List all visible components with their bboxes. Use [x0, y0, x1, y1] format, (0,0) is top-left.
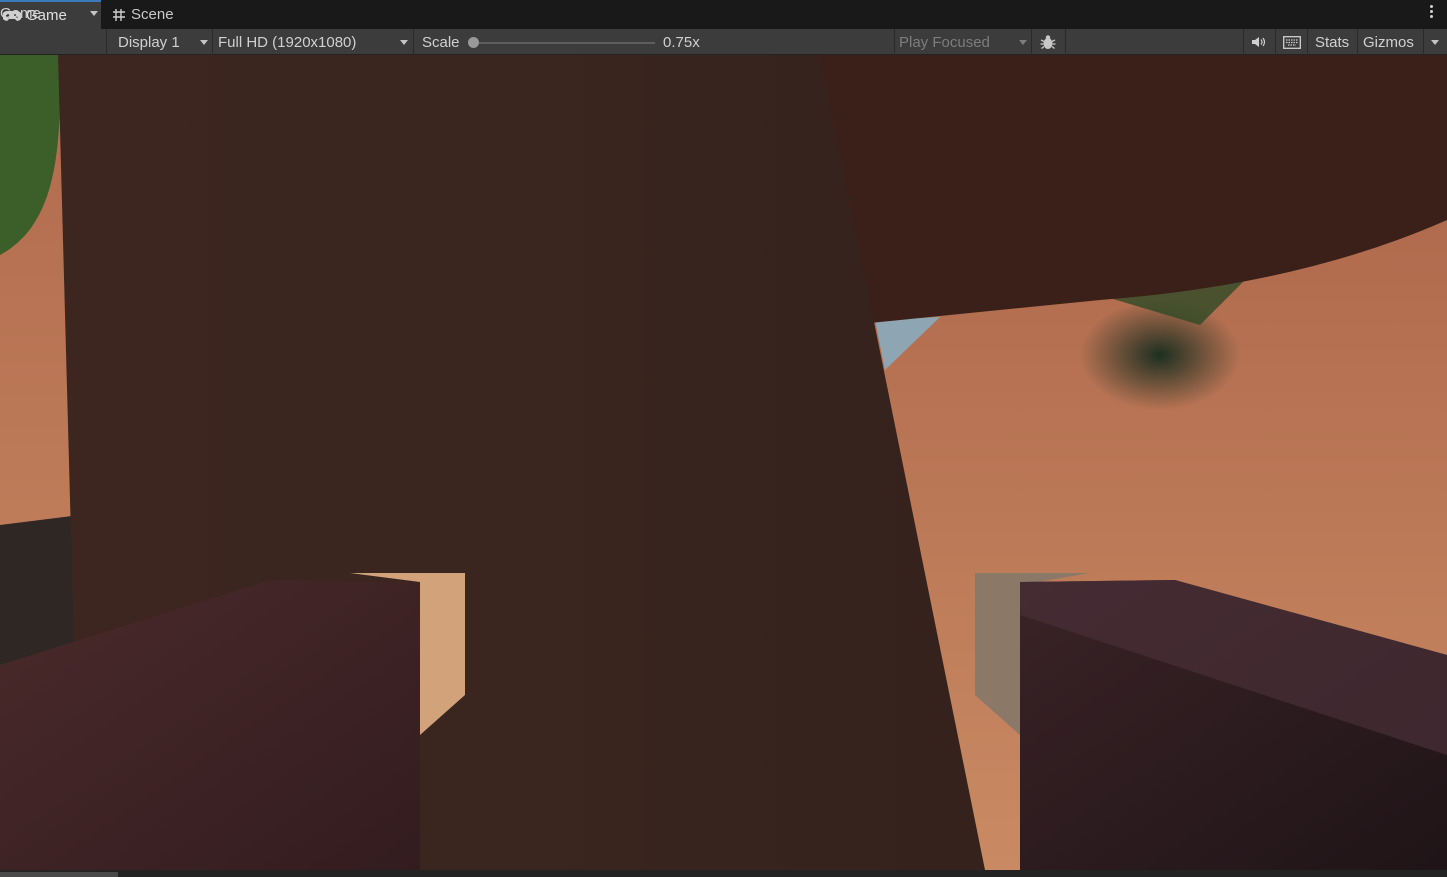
chevron-down-icon [400, 39, 408, 45]
stats-button[interactable]: Stats [1315, 29, 1349, 55]
view-mode-dropdown[interactable]: Game [0, 0, 104, 26]
divider [1357, 29, 1358, 55]
scale-slider-track[interactable] [475, 42, 655, 44]
scale-label: Scale [422, 33, 460, 51]
divider [1275, 29, 1276, 55]
chevron-down-icon [90, 10, 98, 16]
audio-icon[interactable] [1249, 29, 1269, 55]
chevron-down-icon [200, 39, 208, 45]
divider [1423, 29, 1424, 55]
divider [413, 29, 414, 55]
resolution-dropdown[interactable]: Full HD (1920x1080) [218, 29, 408, 55]
divider [1307, 29, 1308, 55]
scale-value: 0.75x [663, 33, 700, 51]
more-vertical-icon[interactable] [1430, 5, 1434, 21]
divider [1031, 29, 1032, 55]
gizmos-button[interactable]: Gizmos [1363, 29, 1414, 55]
bug-icon[interactable] [1038, 29, 1058, 55]
view-mode-label: Game [0, 4, 41, 22]
divider [1243, 29, 1244, 55]
scrollbar-thumb[interactable] [0, 872, 118, 877]
bug-icon-graphic [1040, 35, 1056, 50]
chevron-down-icon [1431, 39, 1439, 45]
keyboard-icon[interactable] [1281, 29, 1303, 55]
speaker-graphic [1252, 37, 1266, 47]
chevron-down-icon [1019, 39, 1027, 45]
resolution-label: Full HD (1920x1080) [218, 33, 357, 51]
tab-scene[interactable]: Scene [112, 0, 174, 29]
play-mode-dropdown[interactable]: Play Focused [899, 29, 1027, 55]
divider [106, 29, 107, 55]
game-viewport[interactable] [0, 55, 1447, 870]
divider [212, 29, 213, 55]
bottom-scrollbar[interactable] [0, 870, 1447, 877]
gizmos-dropdown[interactable] [1429, 29, 1441, 55]
scale-slider-handle[interactable] [468, 37, 479, 48]
divider [894, 29, 895, 55]
display-dropdown[interactable]: Display 1 [118, 29, 208, 55]
keyboard-graphic [1283, 35, 1301, 49]
play-mode-label: Play Focused [899, 33, 990, 51]
tab-bar: Game Scene [0, 0, 1447, 29]
display-label: Display 1 [118, 33, 180, 51]
tab-scene-label: Scene [131, 6, 174, 23]
game-render [0, 55, 1447, 870]
grid-icon [113, 8, 125, 21]
divider [1065, 29, 1066, 55]
